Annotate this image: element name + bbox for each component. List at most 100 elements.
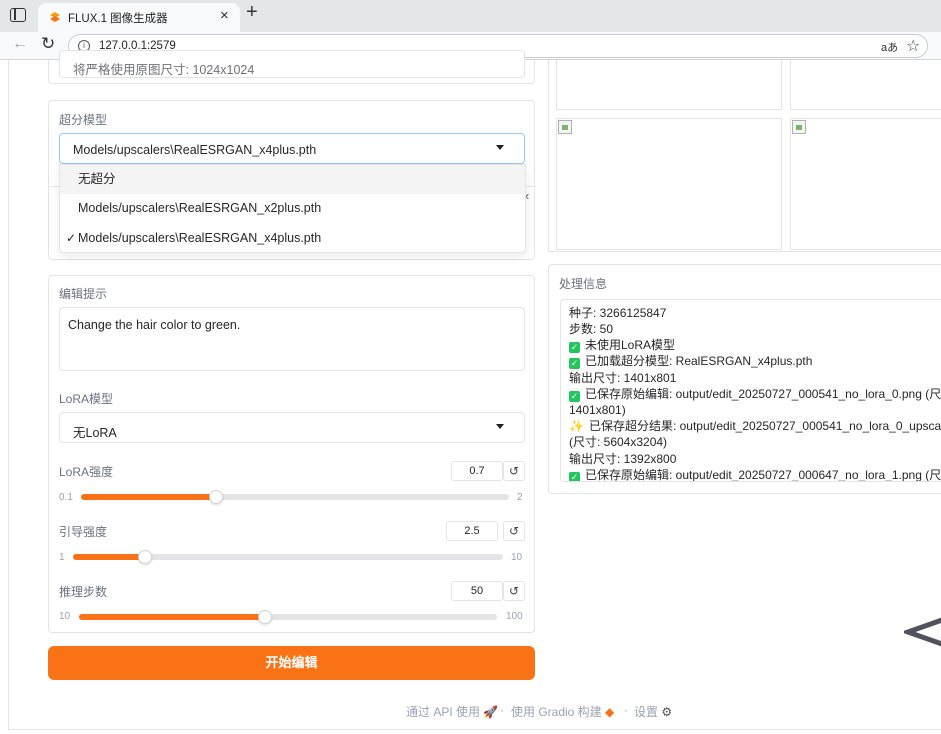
broken-image-icon	[558, 120, 572, 134]
log-text: 未使用LoRA模型	[585, 338, 676, 352]
gallery-image[interactable]	[790, 60, 941, 110]
steps-input[interactable]: 50	[451, 581, 503, 601]
footer-api-link[interactable]: 通过 API 使用 🚀	[406, 703, 498, 720]
browser-tab-bar: FLUX.1 图像生成器 × +	[0, 0, 941, 32]
upscale-option-x2[interactable]: Models/upscalers\RealESRGAN_x2plus.pth	[60, 194, 525, 223]
app-frame-bottom-border	[8, 729, 941, 730]
log-line: ✓ 已保存原始编辑: output/edit_20250727_000647_no…	[569, 467, 941, 482]
option-label: 无超分	[78, 172, 116, 186]
sidebar-toggle-icon[interactable]	[10, 8, 26, 22]
slider-thumb[interactable]	[137, 550, 152, 564]
start-edit-button[interactable]: 开始编辑	[48, 646, 535, 680]
upscale-option-x4[interactable]: ✓ Models/upscalers\RealESRGAN_x4plus.pth	[60, 224, 525, 253]
log-text: 已保存原始编辑: output/edit_20250727_000647_no_…	[585, 468, 941, 482]
check-mark-icon: ✓	[569, 358, 580, 369]
log-line: (尺寸: 5604x3204)	[569, 434, 667, 450]
gallery-image[interactable]	[556, 60, 782, 110]
check-mark-icon: ✓	[569, 342, 580, 353]
footer-gradio-link[interactable]: 使用 Gradio 构建 ◆	[511, 703, 614, 720]
log-line: ✨ 已保存超分结果: output/edit_20250727_000541_no…	[569, 418, 941, 434]
rocket-icon: 🚀	[483, 705, 499, 719]
slider-fill	[79, 614, 265, 620]
upscale-option-none[interactable]: 无超分	[60, 165, 525, 194]
footer-settings-link[interactable]: 设置 ⚙	[634, 703, 672, 720]
guidance-max: 10	[511, 552, 523, 563]
reload-icon[interactable]: ↻	[41, 34, 55, 54]
slider-fill	[73, 554, 145, 560]
prompt-textarea[interactable]: Change the hair color to green.	[59, 307, 525, 371]
check-mark-icon: ✓	[569, 472, 580, 482]
steps-min: 10	[59, 611, 71, 622]
gradio-logo-icon: ◆	[605, 705, 615, 719]
footer-api-text: 通过 API 使用	[406, 705, 481, 719]
steps-slider[interactable]	[79, 610, 497, 624]
check-icon: ✓	[66, 231, 77, 245]
gear-icon: ⚙	[661, 705, 673, 719]
lora-strength-min: 0.1	[59, 492, 73, 503]
tab-close-icon[interactable]: ×	[220, 7, 229, 24]
steps-label: 推理步数	[59, 585, 108, 599]
new-tab-icon[interactable]: +	[246, 1, 258, 24]
prompt-label: 编辑提示	[59, 287, 108, 301]
log-text: 1401x801)	[569, 403, 626, 417]
gallery-image[interactable]	[790, 118, 941, 250]
back-arrow-icon[interactable]: ←	[12, 35, 28, 53]
upscale-label: 超分模型	[59, 113, 108, 127]
browser-tab[interactable]: FLUX.1 图像生成器 ×	[38, 3, 240, 32]
chevron-left-icon[interactable]	[904, 612, 941, 652]
log-text: 已加载超分模型: RealESRGAN_x4plus.pth	[585, 354, 813, 368]
lora-strength-slider[interactable]	[81, 490, 509, 504]
log-text: 输出尺寸: 1401x801	[569, 371, 677, 385]
upscale-select[interactable]: Models/upscalers\RealESRGAN_x4plus.pth	[59, 133, 525, 164]
lora-strength-input[interactable]: 0.7	[451, 461, 503, 481]
chevron-down-icon	[496, 145, 504, 150]
lora-strength-max: 2	[517, 492, 523, 503]
lora-strength-label: LoRA强度	[59, 465, 114, 479]
slider-fill	[81, 494, 217, 500]
log-line: 1401x801)	[569, 402, 626, 418]
steps-max: 100	[506, 611, 523, 622]
log-line: 种子: 3266125847	[569, 305, 666, 321]
size-hint-panel	[48, 60, 535, 84]
info-textbox[interactable]: 种子: 3266125847 步数: 50 ✓ 未使用LoRA模型 ✓ 已加载超分模…	[560, 299, 941, 482]
app-frame-left-border	[8, 60, 9, 730]
log-line: ✓ 未使用LoRA模型	[569, 337, 675, 353]
lora-label: LoRA模型	[59, 392, 114, 406]
option-label: Models/upscalers\RealESRGAN_x2plus.pth	[78, 201, 322, 215]
sparkles-icon: ✨	[569, 419, 584, 433]
lora-strength-reset-icon[interactable]: ↺	[503, 461, 525, 481]
log-text: (尺寸: 5604x3204)	[569, 435, 668, 449]
footer-settings-text: 设置	[634, 705, 659, 719]
steps-reset-icon[interactable]: ↺	[503, 581, 525, 601]
footer-gradio-text: 使用 Gradio 构建	[511, 705, 602, 719]
prompt-text: Change the hair color to green.	[68, 318, 241, 332]
tab-title: FLUX.1 图像生成器	[68, 13, 168, 25]
log-line: 步数: 50	[569, 321, 613, 337]
guidance-slider[interactable]	[73, 550, 503, 564]
upscale-selected-value: Models/upscalers\RealESRGAN_x4plus.pth	[73, 143, 317, 157]
guidance-label: 引导强度	[59, 525, 108, 539]
upscale-dropdown-list: 无超分 Models/upscalers\RealESRGAN_x2plus.p…	[59, 164, 526, 253]
log-line: ✓ 已保存原始编辑: output/edit_20250727_000541_no…	[569, 386, 941, 402]
footer-separator: ·	[500, 703, 504, 717]
info-label: 处理信息	[559, 277, 608, 291]
slider-thumb[interactable]	[257, 610, 272, 624]
log-text: 输出尺寸: 1392x800	[569, 452, 677, 466]
lora-select[interactable]: 无LoRA	[59, 412, 525, 443]
option-label: Models/upscalers\RealESRGAN_x4plus.pth	[78, 231, 322, 245]
favorite-star-icon[interactable]: ☆	[906, 36, 920, 56]
footer-separator: ·	[624, 703, 628, 717]
guidance-input[interactable]: 2.5	[446, 521, 498, 541]
log-line: 输出尺寸: 1392x800	[569, 451, 676, 467]
lora-selected-value: 无LoRA	[73, 426, 117, 440]
read-aloud-icon[interactable]: aあ	[881, 39, 898, 55]
log-text: 种子: 3266125847	[569, 306, 667, 320]
log-text: 步数: 50	[569, 322, 614, 336]
check-mark-icon: ✓	[569, 391, 580, 402]
log-line: ✓ 已加载超分模型: RealESRGAN_x4plus.pth	[569, 353, 812, 369]
log-text: 已保存原始编辑: output/edit_20250727_000541_no_…	[585, 387, 941, 401]
guidance-reset-icon[interactable]: ↺	[503, 521, 525, 541]
log-text: 已保存超分结果: output/edit_20250727_000541_no_…	[588, 419, 941, 433]
gallery-image[interactable]	[556, 118, 782, 250]
broken-image-icon	[792, 120, 806, 134]
